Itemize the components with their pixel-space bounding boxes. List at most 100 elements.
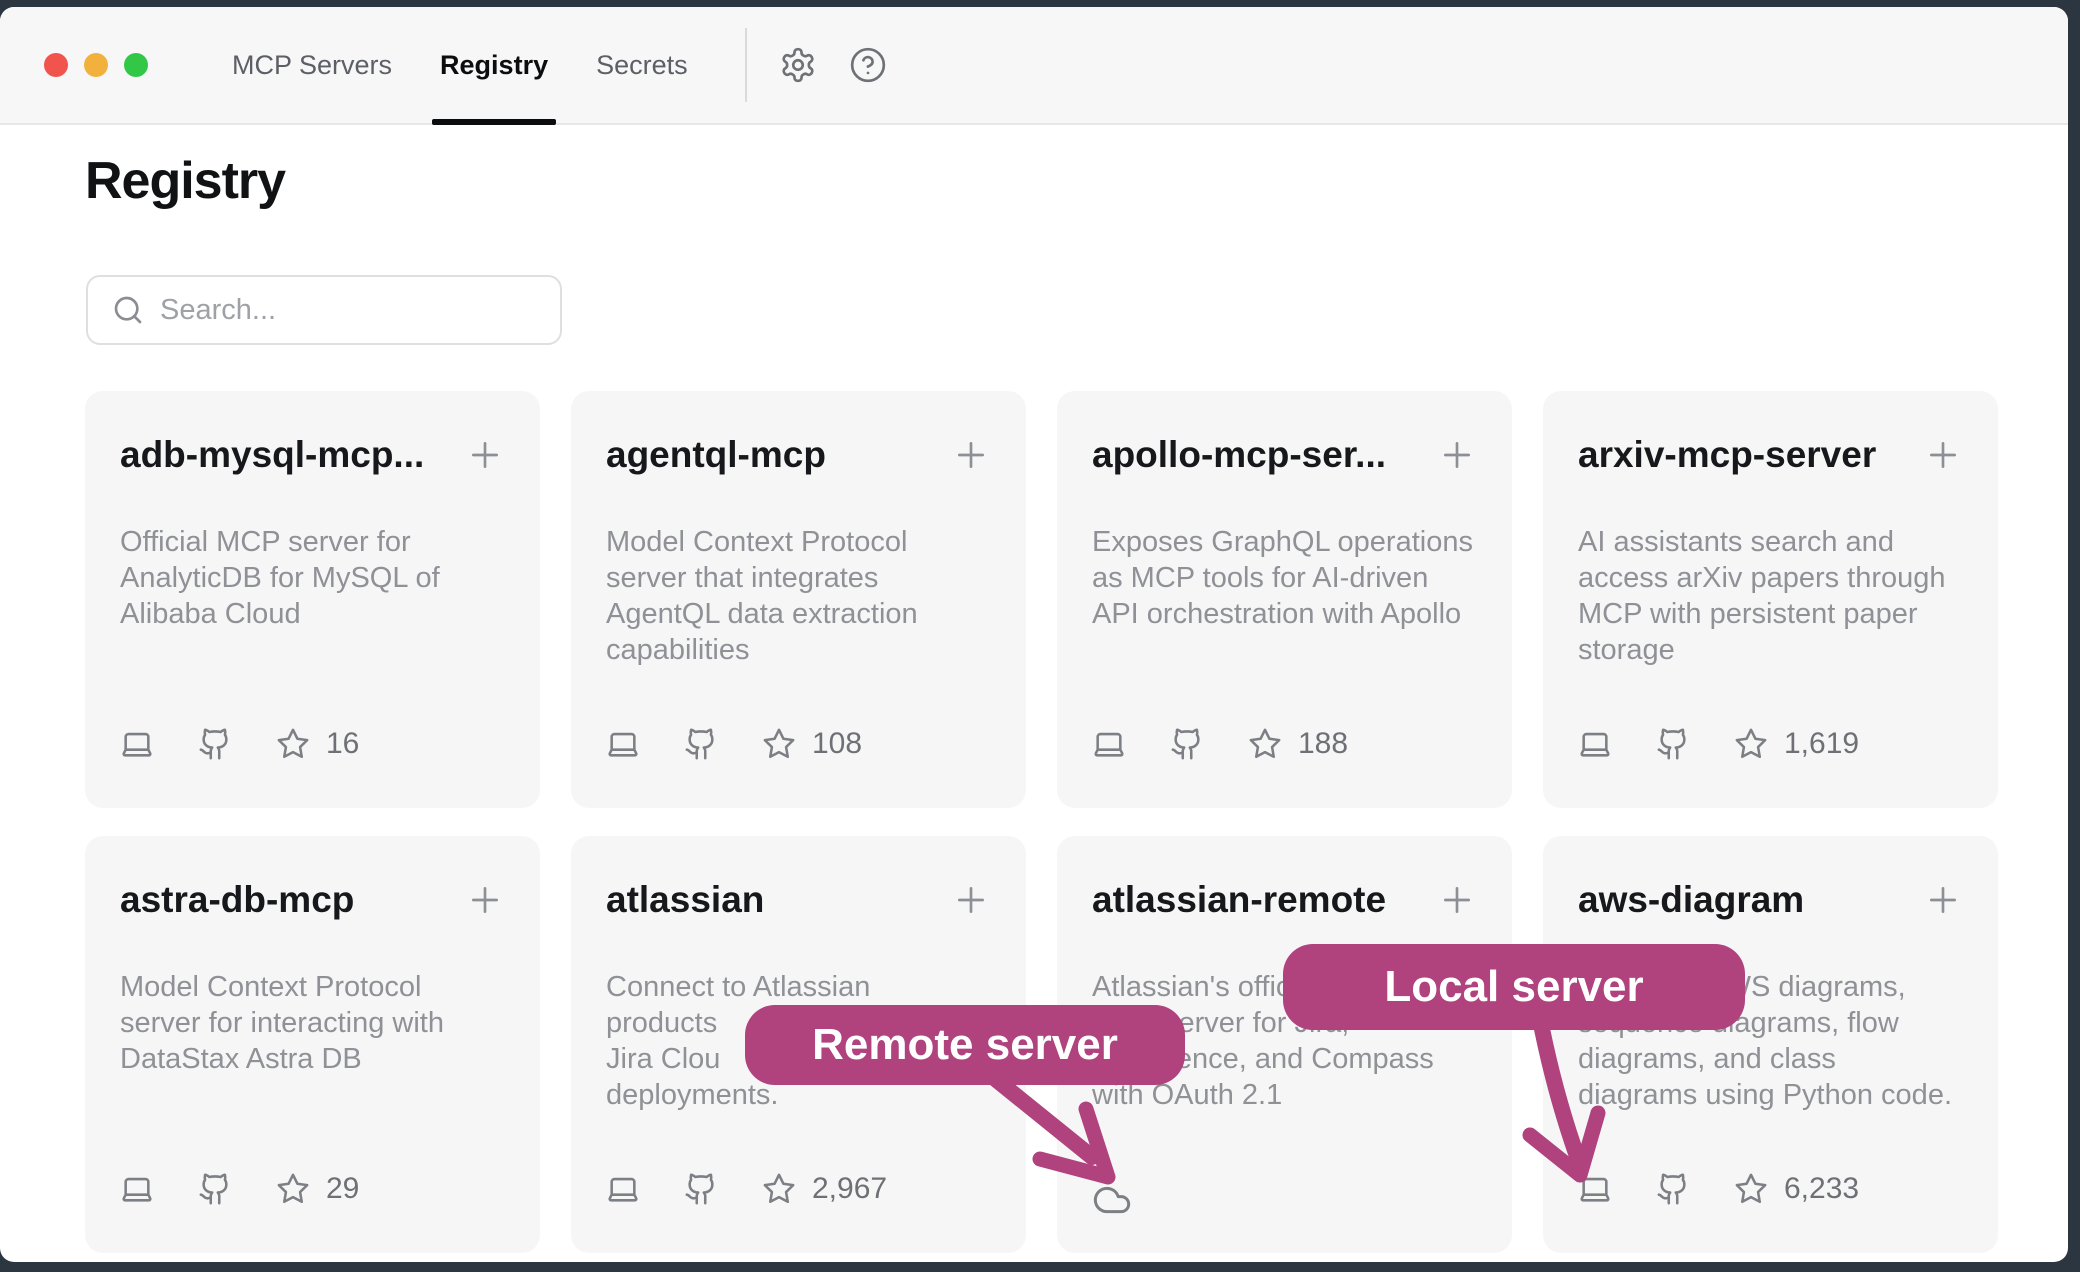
add-server-button[interactable] <box>1437 880 1477 925</box>
star-icon <box>762 1172 796 1206</box>
settings-icon[interactable] <box>779 46 817 84</box>
card-footer-local: 16 <box>120 727 359 761</box>
card-description-line: AgentQL data extraction <box>606 596 991 632</box>
star-count: 16 <box>326 727 359 761</box>
add-server-button[interactable] <box>465 880 505 925</box>
card-grid: adb-mysql-mcp... Official MCP server for… <box>85 391 2068 1253</box>
star-count: 2,967 <box>812 1172 887 1206</box>
topbar-divider <box>745 28 747 102</box>
card-title: atlassian-remote <box>1092 878 1386 922</box>
star-icon <box>1734 727 1768 761</box>
add-server-button[interactable] <box>1923 435 1963 480</box>
server-card[interactable]: arxiv-mcp-server AI assistants search an… <box>1543 391 1998 808</box>
star-count: 188 <box>1298 727 1348 761</box>
card-description-line: API orchestration with Apollo <box>1092 596 1477 632</box>
remote-server-callout: Remote server <box>745 1005 1185 1085</box>
card-description-line: storage <box>1578 632 1963 668</box>
card-title: agentql-mcp <box>606 433 826 477</box>
laptop-icon <box>606 1172 640 1206</box>
local-server-callout: Local server <box>1283 944 1745 1030</box>
card-footer-local: 188 <box>1092 727 1348 761</box>
search-box[interactable] <box>86 275 562 345</box>
add-server-button[interactable] <box>951 435 991 480</box>
tab-secrets[interactable]: Secrets <box>596 7 688 123</box>
card-description-line: diagrams, and class <box>1578 1041 1963 1077</box>
server-card[interactable]: adb-mysql-mcp... Official MCP server for… <box>85 391 540 808</box>
laptop-icon <box>1578 1172 1612 1206</box>
laptop-icon <box>120 1172 154 1206</box>
card-footer-local: 29 <box>120 1172 359 1206</box>
card-description-line: DataStax Astra DB <box>120 1041 505 1077</box>
card-description: Official MCP server forAnalyticDB for My… <box>120 524 505 632</box>
search-icon <box>112 294 144 326</box>
add-server-button[interactable] <box>951 880 991 925</box>
card-description-line: Exposes GraphQL operations <box>1092 524 1477 560</box>
topbar: MCP Servers Registry Secrets <box>0 7 2068 125</box>
tab-registry[interactable]: Registry <box>440 7 548 123</box>
traffic-light-zoom[interactable] <box>124 53 148 77</box>
github-icon[interactable] <box>198 1172 232 1206</box>
cloud-icon <box>1092 1180 1132 1220</box>
tab-mcp-servers[interactable]: MCP Servers <box>232 7 392 123</box>
card-description-line: AnalyticDB for MySQL of <box>120 560 505 596</box>
star-icon <box>276 1172 310 1206</box>
help-icon[interactable] <box>849 46 887 84</box>
add-server-button[interactable] <box>465 435 505 480</box>
card-title: apollo-mcp-ser... <box>1092 433 1386 477</box>
github-icon[interactable] <box>1170 727 1204 761</box>
app-window: MCP Servers Registry Secrets Registry <box>0 7 2068 1262</box>
add-server-button[interactable] <box>1923 880 1963 925</box>
github-icon[interactable] <box>684 727 718 761</box>
traffic-light-close[interactable] <box>44 53 68 77</box>
card-description-line: Connect to Atlassian <box>606 969 991 1005</box>
laptop-icon <box>606 727 640 761</box>
tab-bar: MCP Servers Registry Secrets <box>232 7 688 123</box>
server-card[interactable]: aws-diagram Generate AWS diagrams,sequen… <box>1543 836 1998 1253</box>
github-icon[interactable] <box>198 727 232 761</box>
card-footer-local: 6,233 <box>1578 1172 1859 1206</box>
card-description-line: as MCP tools for AI-driven <box>1092 560 1477 596</box>
laptop-icon <box>120 727 154 761</box>
server-card[interactable]: apollo-mcp-ser... Exposes GraphQL operat… <box>1057 391 1512 808</box>
star-icon <box>1734 1172 1768 1206</box>
traffic-light-minimize[interactable] <box>84 53 108 77</box>
card-footer-local: 2,967 <box>606 1172 887 1206</box>
card-description-line: server for interacting with <box>120 1005 505 1041</box>
card-description-line: diagrams using Python code. <box>1578 1077 1963 1113</box>
star-icon <box>276 727 310 761</box>
card-description-line: MCP with persistent paper <box>1578 596 1963 632</box>
card-description-line: access arXiv papers through <box>1578 560 1963 596</box>
card-description-line: AI assistants search and <box>1578 524 1963 560</box>
card-description-line: Model Context Protocol <box>120 969 505 1005</box>
card-title: atlassian <box>606 878 764 922</box>
card-description-line: Official MCP server for <box>120 524 505 560</box>
github-icon[interactable] <box>1656 727 1690 761</box>
laptop-icon <box>1092 727 1126 761</box>
card-description: Model Context Protocolserver for interac… <box>120 969 505 1077</box>
github-icon[interactable] <box>1656 1172 1690 1206</box>
star-count: 6,233 <box>1784 1172 1859 1206</box>
card-description-line: capabilities <box>606 632 991 668</box>
card-description-line: Model Context Protocol <box>606 524 991 560</box>
star-count: 1,619 <box>1784 727 1859 761</box>
page-title: Registry <box>85 151 2068 211</box>
star-icon <box>1248 727 1282 761</box>
star-icon <box>762 727 796 761</box>
card-description-line: server that integrates <box>606 560 991 596</box>
card-description: Exposes GraphQL operationsas MCP tools f… <box>1092 524 1477 632</box>
star-count: 29 <box>326 1172 359 1206</box>
server-card[interactable]: astra-db-mcp Model Context Protocolserve… <box>85 836 540 1253</box>
star-count: 108 <box>812 727 862 761</box>
add-server-button[interactable] <box>1437 435 1477 480</box>
card-title: astra-db-mcp <box>120 878 354 922</box>
card-footer-remote <box>1092 1180 1132 1220</box>
card-footer-local: 1,619 <box>1578 727 1859 761</box>
github-icon[interactable] <box>684 1172 718 1206</box>
card-title: adb-mysql-mcp... <box>120 433 424 477</box>
laptop-icon <box>1578 727 1612 761</box>
card-description: Model Context Protocolserver that integr… <box>606 524 991 668</box>
server-card[interactable]: agentql-mcp Model Context Protocolserver… <box>571 391 1026 808</box>
traffic-lights <box>0 53 148 77</box>
card-description-line: Alibaba Cloud <box>120 596 505 632</box>
search-input[interactable] <box>160 294 540 327</box>
